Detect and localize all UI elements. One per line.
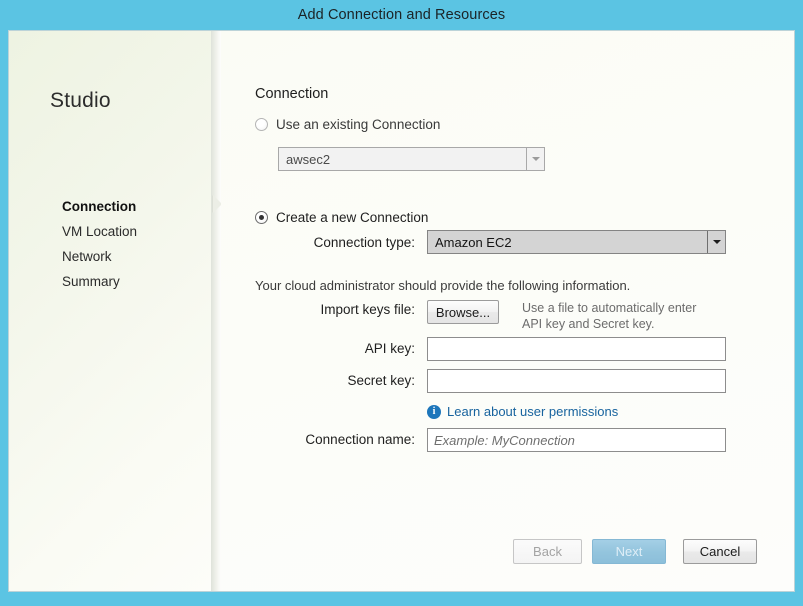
connection-type-dropdown[interactable]: Amazon EC2 — [427, 230, 726, 254]
connection-type-label: Connection type: — [221, 235, 415, 250]
learn-user-permissions-link[interactable]: i Learn about user permissions — [427, 404, 618, 419]
create-new-connection-label: Create a new Connection — [276, 210, 428, 225]
use-existing-connection-label: Use an existing Connection — [276, 117, 440, 132]
import-keys-hint-line2: API key and Secret key. — [522, 316, 654, 332]
import-keys-label: Import keys file: — [221, 302, 415, 317]
sidebar-divider — [211, 31, 221, 591]
back-button[interactable]: Back — [513, 539, 582, 564]
create-new-connection-radio[interactable]: Create a new Connection — [255, 210, 428, 225]
sidebar-item-summary[interactable]: Summary — [62, 269, 212, 294]
import-keys-hint-line1: Use a file to automatically enter — [522, 300, 696, 316]
browse-button[interactable]: Browse... — [427, 300, 499, 324]
sidebar-item-vm-location[interactable]: VM Location — [62, 219, 212, 244]
title-bar: Add Connection and Resources — [0, 0, 803, 30]
existing-connection-value: awsec2 — [279, 152, 526, 167]
sidebar-item-network[interactable]: Network — [62, 244, 212, 269]
dialog-content-frame: Studio Connection VM Location Network Su… — [8, 30, 795, 592]
chevron-down-icon — [532, 157, 540, 161]
connection-name-field[interactable] — [427, 428, 726, 452]
existing-connection-dropdown[interactable]: awsec2 — [278, 147, 545, 171]
dropdown-toggle[interactable] — [526, 148, 544, 170]
window-title: Add Connection and Resources — [298, 7, 506, 23]
radio-indicator-checked-icon — [255, 211, 268, 224]
connection-type-value: Amazon EC2 — [428, 235, 707, 250]
wizard-main-panel: Connection Use an existing Connection aw… — [221, 31, 794, 591]
page-title: Connection — [255, 86, 328, 102]
next-button[interactable]: Next — [592, 539, 666, 564]
connection-name-label: Connection name: — [221, 432, 415, 447]
api-key-label: API key: — [221, 341, 415, 356]
admin-info-note: Your cloud administrator should provide … — [255, 278, 630, 293]
brand-title: Studio — [50, 89, 111, 113]
info-icon: i — [427, 405, 441, 419]
secret-key-field[interactable] — [427, 369, 726, 393]
api-key-field[interactable] — [427, 337, 726, 361]
wizard-step-list: Connection VM Location Network Summary — [62, 194, 212, 294]
dialog-window: Add Connection and Resources Studio Conn… — [0, 0, 803, 606]
use-existing-connection-radio[interactable]: Use an existing Connection — [255, 117, 440, 132]
wizard-sidebar: Studio Connection VM Location Network Su… — [9, 31, 211, 591]
connection-type-dropdown-toggle[interactable] — [707, 231, 725, 253]
secret-key-label: Secret key: — [221, 373, 415, 388]
cancel-button[interactable]: Cancel — [683, 539, 757, 564]
learn-user-permissions-label: Learn about user permissions — [447, 404, 618, 419]
chevron-down-icon — [713, 240, 721, 244]
sidebar-item-connection[interactable]: Connection — [62, 194, 212, 219]
radio-indicator-unchecked-icon — [255, 118, 268, 131]
